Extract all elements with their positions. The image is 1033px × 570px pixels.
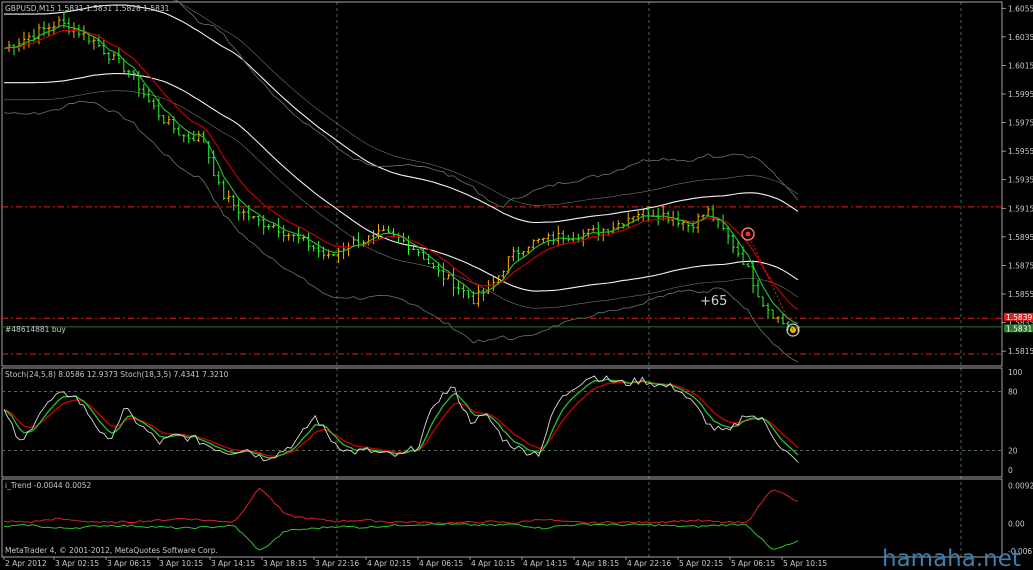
price-tick-label: 1.6035 xyxy=(1008,33,1033,42)
time-tick-label: 4 Apr 06:15 xyxy=(419,559,463,568)
stochastic-tick-label: 20 xyxy=(1008,446,1018,455)
price-tick-label: 1.5935 xyxy=(1008,176,1033,185)
price-tick-label: 1.6015 xyxy=(1008,61,1033,70)
time-tick-label: 3 Apr 18:15 xyxy=(263,559,307,568)
time-tick-label: 5 Apr 10:15 xyxy=(783,559,827,568)
trend-header: i_Trend -0.0044 0.0052 xyxy=(5,481,92,490)
copyright-footer: MetaTrader 4, © 2001-2012, MetaQuotes So… xyxy=(5,546,218,555)
time-tick-label: 4 Apr 10:15 xyxy=(471,559,515,568)
order-label: #48614881 buy xyxy=(5,325,66,334)
price-tick-label: 1.5855 xyxy=(1008,290,1033,299)
time-tick-label: 5 Apr 06:15 xyxy=(731,559,775,568)
time-tick-label: 3 Apr 10:15 xyxy=(159,559,203,568)
price-tick-label: 1.5915 xyxy=(1008,204,1033,213)
time-tick-label: 4 Apr 18:15 xyxy=(575,559,619,568)
price-tick-label: 1.6055 xyxy=(1008,4,1033,13)
price-tick-label: 1.5995 xyxy=(1008,90,1033,99)
price-tick-label: 1.5815 xyxy=(1008,347,1033,356)
price-pane-header: GBPUSD,M15 1.5831 1.5831 1.5828 1.5831 xyxy=(5,4,170,13)
time-tick-label: 4 Apr 22:16 xyxy=(627,559,671,568)
price-tick-label: 1.5875 xyxy=(1008,261,1033,270)
price-tag-label: 1.5831 xyxy=(1006,324,1032,333)
time-tick-label: 4 Apr 14:15 xyxy=(523,559,567,568)
stochastic-tick-label: 100 xyxy=(1008,368,1023,377)
stochastic-header: Stoch(24,5,8) 8.0586 12.9373 Stoch(18,3,… xyxy=(5,370,229,379)
stochastic-tick-label: 80 xyxy=(1008,388,1018,397)
price-tick-label: 1.5955 xyxy=(1008,147,1033,156)
profit-annotation: +65 xyxy=(700,294,727,309)
trend-tick-label: 0.00 xyxy=(1008,519,1025,528)
time-tick-label: 3 Apr 22:16 xyxy=(315,559,359,568)
price-tag-label: 1.5839 xyxy=(1006,313,1032,322)
watermark: hamaha.net xyxy=(882,546,1021,570)
stochastic-tick-label: 0 xyxy=(1008,466,1013,475)
price-tick-label: 1.5895 xyxy=(1008,233,1033,242)
price-tick-label: 1.5975 xyxy=(1008,119,1033,128)
time-tick-label: 4 Apr 02:15 xyxy=(367,559,411,568)
time-tick-label: 3 Apr 02:15 xyxy=(55,559,99,568)
time-tick-label: 3 Apr 06:15 xyxy=(107,559,151,568)
time-tick-label: 5 Apr 02:15 xyxy=(679,559,723,568)
chart-background xyxy=(0,0,1033,570)
trading-chart: GBPUSD,M15 1.5831 1.5831 1.5828 1.5831 #… xyxy=(0,0,1033,570)
time-tick-label: 2 Apr 2012 xyxy=(5,559,47,568)
trend-tick-label: 0.0092 xyxy=(1008,481,1033,490)
time-tick-label: 3 Apr 14:15 xyxy=(211,559,255,568)
